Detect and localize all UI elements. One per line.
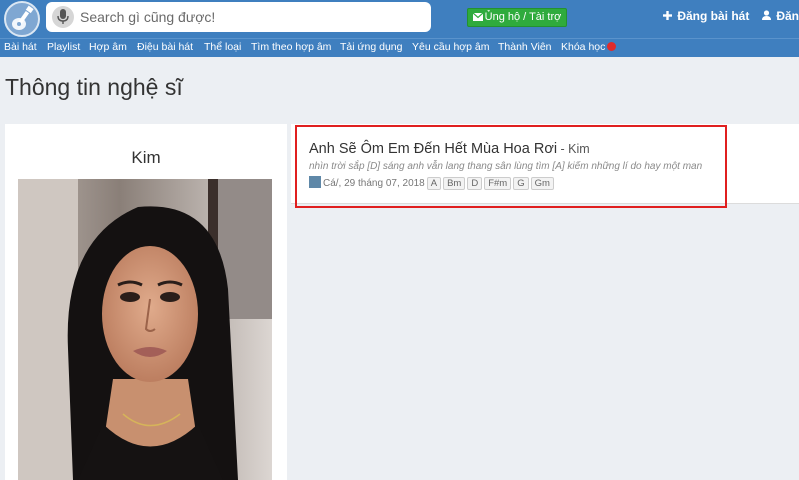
nav-item-playlist[interactable]: Playlist: [47, 41, 80, 53]
song-separator: -: [557, 142, 569, 156]
envelope-icon: [472, 12, 484, 21]
microphone-icon[interactable]: [52, 6, 74, 28]
chord-tag[interactable]: Bm: [443, 177, 466, 190]
search-bar: [46, 2, 431, 32]
artist-card: Kim: [5, 124, 287, 480]
song-meta: Cá/, 29 tháng 07, 2018 A Bm D F#m G Gm: [309, 176, 554, 190]
plus-icon: [663, 9, 675, 23]
post-song-button[interactable]: Đăng bài hát: [663, 9, 749, 23]
donate-button[interactable]: Ủng hộ / Tài trợ: [467, 8, 567, 27]
nav-item-members[interactable]: Thành Viên: [498, 41, 552, 53]
nav-item-download-app[interactable]: Tải ứng dụng: [340, 41, 403, 53]
donate-label: Ủng hộ / Tài trợ: [484, 11, 562, 23]
notification-dot-icon: [607, 42, 617, 51]
top-bar: Ủng hộ / Tài trợ Đăng bài hát Đăng: [0, 0, 799, 38]
login-button[interactable]: Đăng: [762, 9, 799, 23]
uploader-avatar[interactable]: [309, 176, 321, 188]
nav-item-courses-label: Khóa học: [561, 41, 606, 53]
chord-tag[interactable]: Gm: [530, 177, 554, 190]
nav-item-search-by-chord[interactable]: Tìm theo hợp âm: [251, 41, 331, 53]
page-title: Thông tin nghệ sĩ: [5, 74, 183, 100]
chord-tag[interactable]: A: [426, 177, 442, 190]
post-song-label: Đăng bài hát: [677, 9, 750, 23]
nav-item-courses[interactable]: Khóa học: [561, 41, 617, 53]
nav-item-chords[interactable]: Hợp âm: [89, 41, 127, 53]
guitar-logo-icon[interactable]: [4, 1, 40, 37]
song-meta-text: Cá/, 29 tháng 07, 2018: [323, 178, 425, 189]
song-title-link[interactable]: Anh Sẽ Ôm Em Đến Hết Mùa Hoa Rơi: [309, 141, 557, 157]
chord-tag[interactable]: D: [467, 177, 483, 190]
nav-item-genres[interactable]: Thể loại: [204, 41, 241, 53]
search-input[interactable]: [80, 2, 425, 32]
nav-item-rhythms[interactable]: Điệu bài hát: [137, 41, 193, 53]
nav-item-songs[interactable]: Bài hát: [4, 41, 37, 53]
song-title-line: Anh Sẽ Ôm Em Đến Hết Mùa Hoa Rơi - Kim: [309, 141, 590, 157]
nav-item-chord-requests[interactable]: Yêu cầu hợp âm: [412, 41, 490, 53]
chord-tag[interactable]: F#m: [484, 177, 512, 190]
artist-photo: [18, 179, 272, 480]
song-list-item[interactable]: Anh Sẽ Ôm Em Đến Hết Mùa Hoa Rơi - Kim n…: [295, 125, 727, 208]
user-icon: [762, 9, 774, 23]
main-nav: Bài hát Playlist Hợp âm Điệu bài hát Thể…: [0, 38, 799, 57]
song-artist-link[interactable]: Kim: [568, 142, 590, 156]
login-label: Đăng: [776, 9, 799, 23]
artist-name: Kim: [131, 148, 161, 167]
song-lyric-snippet: nhìn trời sắp [D] sáng anh vẫn lang than…: [309, 161, 703, 172]
chord-tag[interactable]: G: [513, 177, 529, 190]
